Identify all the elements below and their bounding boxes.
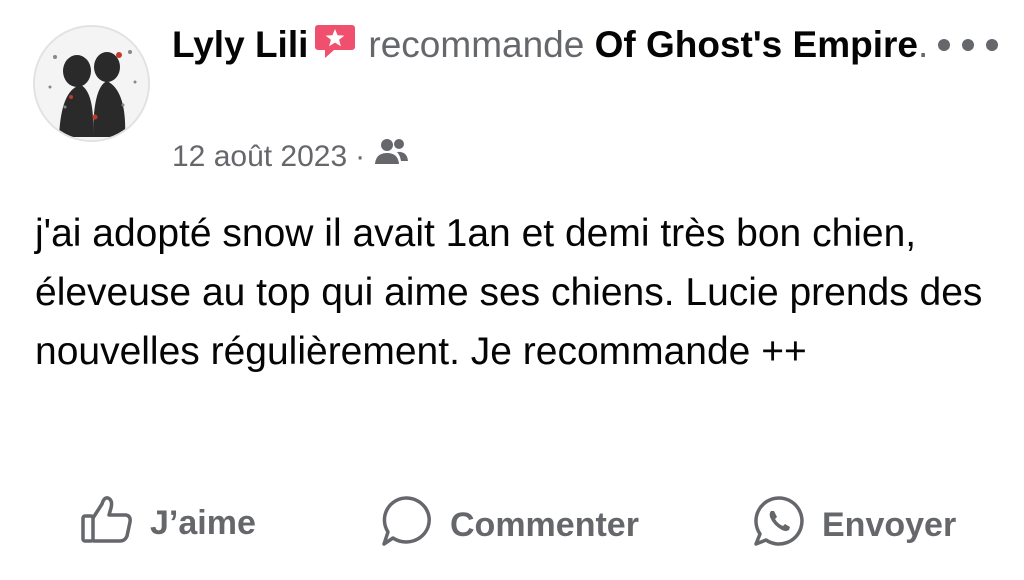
more-dot-icon (938, 39, 950, 51)
meta-separator: · (355, 139, 366, 173)
send-label: Envoyer (822, 506, 957, 544)
action-bar: J’aime Commenter Envoyer (0, 494, 1024, 554)
like-label: J’aime (150, 504, 256, 542)
friends-audience-icon[interactable] (373, 136, 409, 177)
post-meta: 12 août 2023 · (172, 136, 409, 177)
more-dot-icon (986, 39, 998, 51)
comment-bubble-icon (380, 494, 434, 557)
whatsapp-icon (752, 494, 806, 557)
send-button[interactable]: Envoyer (752, 494, 956, 557)
comment-button[interactable]: Commenter (380, 494, 639, 557)
post-body: j'ai adopté snow il avait 1an et demi tr… (35, 212, 983, 373)
thumbs-up-icon (80, 494, 134, 553)
recommendation-star-icon (314, 23, 356, 74)
more-options-button[interactable] (938, 30, 998, 60)
post-date[interactable]: 12 août 2023 (172, 137, 347, 177)
author-avatar[interactable] (33, 25, 150, 142)
page-name[interactable]: Of Ghost's Empire (595, 24, 918, 65)
author-name[interactable]: Lyly Lili (172, 24, 308, 65)
more-dot-icon (962, 39, 974, 51)
post-header: Lyly Lili recommande Of Ghost's Empire. (172, 20, 932, 74)
recommend-verb: recommande (368, 24, 585, 65)
page-suffix: . (917, 24, 929, 65)
like-button[interactable]: J’aime (80, 494, 256, 553)
post-headline: Lyly Lili recommande Of Ghost's Empire. (172, 20, 932, 74)
avatar-image (35, 27, 148, 140)
comment-label: Commenter (450, 506, 639, 544)
